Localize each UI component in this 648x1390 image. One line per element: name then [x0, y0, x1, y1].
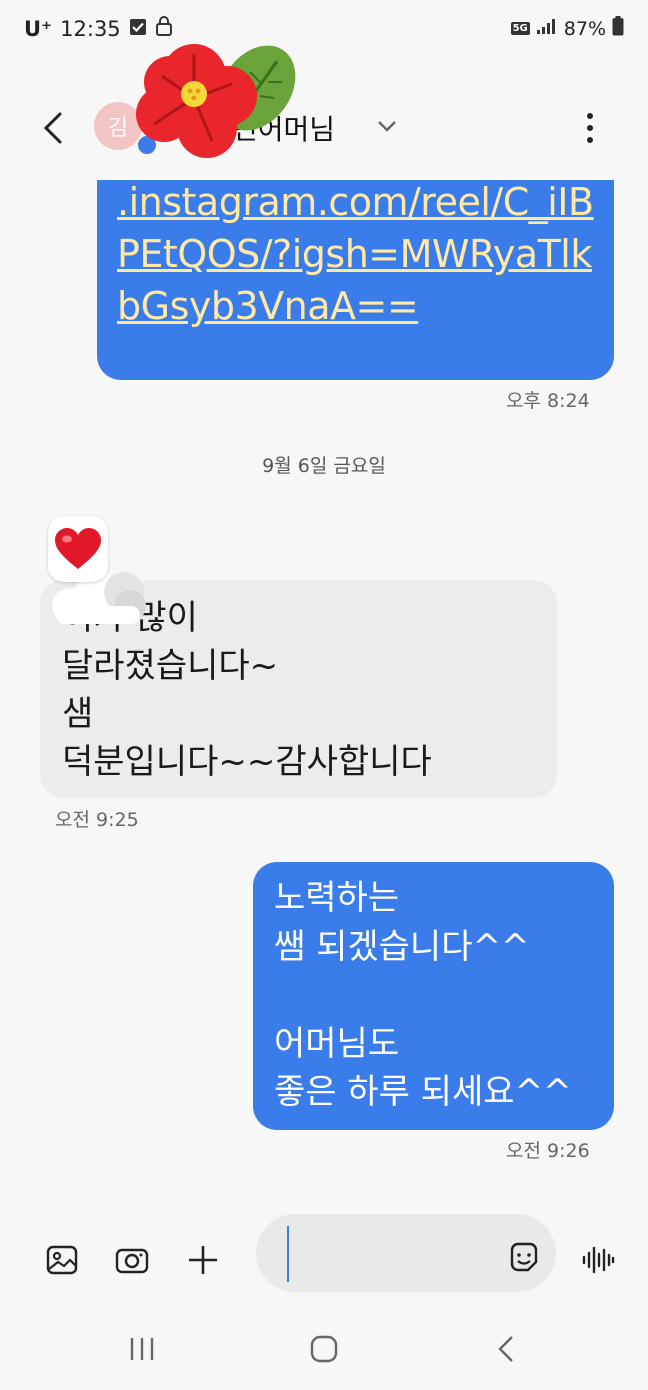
back-arrow-icon [498, 1336, 513, 1362]
more-vertical-icon [587, 113, 593, 143]
status-bar: U⁺ 12:35 5G 87% [0, 0, 648, 60]
date-separator: 9월 6일 금요일 [262, 455, 386, 477]
signal-icon [536, 17, 558, 40]
home-button[interactable] [306, 1331, 342, 1367]
text-cursor [287, 1226, 289, 1282]
sticker-icon [510, 1242, 538, 1272]
gallery-button[interactable] [44, 1242, 80, 1278]
camera-button[interactable] [114, 1242, 150, 1278]
message-timestamp: 오전 9:26 [506, 1140, 590, 1162]
voice-wave-icon [582, 1246, 615, 1274]
camera-icon [115, 1248, 149, 1274]
emoji-button[interactable] [506, 1240, 542, 1276]
back-button[interactable] [34, 108, 74, 148]
clock: 12:35 [60, 16, 121, 41]
avatar-initial: 김 [107, 116, 129, 141]
carrier-label: U⁺ [24, 16, 53, 41]
flower-sticker-icon [136, 44, 296, 158]
message-timestamp: 오전 9:25 [55, 809, 139, 831]
network-badge: 5G [510, 22, 530, 35]
sent-message-text: 노력하는 쌤 되겠습니다^^ 어머님도 좋은 하루 되세요^^ [274, 878, 572, 1112]
more-options-button[interactable] [580, 108, 600, 148]
attach-button[interactable] [185, 1242, 221, 1278]
heart-icon [55, 528, 101, 569]
message-link[interactable]: .instagram.com/reel/C_iIBPEtQOS/?igsh=MW… [117, 176, 607, 332]
chevron-down-icon[interactable] [376, 116, 398, 136]
chevron-left-icon [43, 112, 62, 144]
recent-apps-button[interactable] [126, 1334, 158, 1364]
battery-icon [612, 16, 624, 41]
back-nav-button[interactable] [494, 1334, 518, 1364]
plus-icon [189, 1246, 217, 1274]
reaction-badge[interactable] [48, 516, 108, 582]
image-icon [46, 1245, 78, 1275]
battery-percent: 87% [563, 17, 606, 40]
home-icon [310, 1335, 338, 1363]
message-timestamp: 오후 8:24 [506, 390, 590, 412]
recent-apps-icon [130, 1338, 154, 1360]
voice-button[interactable] [580, 1242, 616, 1278]
status-right: 5G 87% [510, 16, 624, 41]
